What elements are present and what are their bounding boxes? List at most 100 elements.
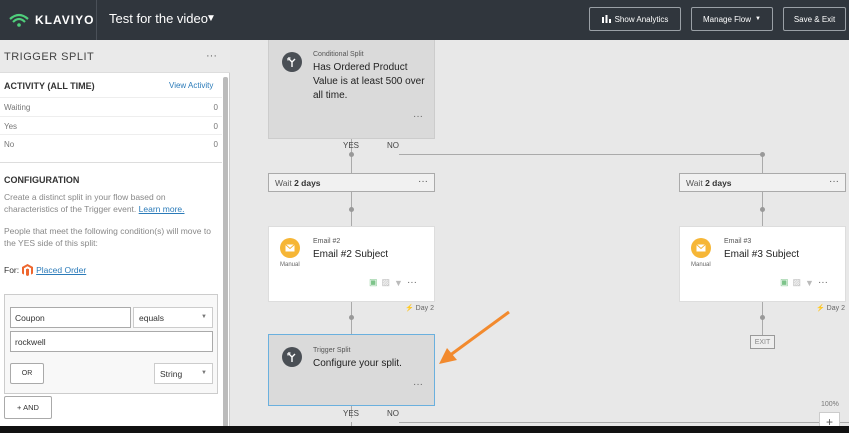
no-label: NO: [387, 141, 399, 150]
email-2-card[interactable]: Manual Email #2 Email #2 Subject ▣ ▨ ▼ ·…: [268, 226, 435, 302]
chat-icon: ▣: [369, 277, 378, 287]
manage-flow-button[interactable]: Manage Flow ▼: [691, 7, 773, 31]
logo-text: KLAVIYO: [35, 13, 95, 27]
filter-icon: ▼: [394, 277, 403, 288]
section-divider: [0, 162, 222, 163]
chevron-down-icon[interactable]: ▼: [206, 13, 216, 24]
trigger-split-icon: [282, 347, 302, 367]
show-analytics-button[interactable]: Show Analytics: [589, 7, 681, 31]
split-icon: [282, 52, 302, 72]
connector-line: [351, 154, 352, 174]
and-button[interactable]: + AND: [4, 396, 52, 419]
wait-text: Wait 2 days: [686, 178, 732, 188]
condition-field-input[interactable]: Coupon: [10, 307, 131, 328]
wait-node-right[interactable]: Wait 2 days ···: [679, 173, 846, 192]
more-options-icon[interactable]: ···: [413, 379, 423, 390]
card-description: Configure your split.: [313, 358, 402, 369]
sidebar: TRIGGER SPLIT ··· ACTIVITY (ALL TIME) Vi…: [0, 40, 230, 433]
wifi-logo-icon: [9, 13, 29, 27]
bottom-strip: [0, 426, 849, 433]
card-type: Trigger Split: [313, 347, 351, 354]
placed-order-link[interactable]: Placed Order: [36, 265, 86, 275]
email-3-card[interactable]: Manual Email #3 Email #3 Subject ▣ ▨ ▼ ·…: [679, 226, 846, 302]
top-bar: KLAVIYO Test for the video ▼ Show Analyt…: [0, 0, 849, 40]
view-activity-link[interactable]: View Activity: [169, 81, 213, 90]
email-subject: Email #2 Subject: [313, 249, 389, 260]
sidebar-title: TRIGGER SPLIT: [4, 51, 95, 63]
magento-icon: [22, 264, 34, 276]
flow-canvas[interactable]: Conditional Split Has Ordered Product Va…: [231, 40, 849, 433]
dropdown-arrow-icon: ▼: [201, 370, 207, 376]
more-options-icon[interactable]: ···: [206, 50, 217, 62]
type-select[interactable]: String ▼: [154, 363, 213, 384]
manage-flow-label: Manage Flow: [703, 14, 752, 24]
activity-value: 0: [213, 140, 218, 149]
split-rule-text: People that meet the following condition…: [4, 226, 211, 248]
operator-value: equals: [139, 313, 165, 323]
topbar-divider: [96, 0, 97, 40]
condition-group: Coupon equals ▼ rockwell OR String ▼: [4, 294, 218, 394]
dropdown-arrow-icon: ▼: [201, 314, 207, 320]
configuration-title: CONFIGURATION: [4, 175, 80, 185]
activity-value: 0: [213, 122, 218, 131]
configuration-description: Create a distinct split in your flow bas…: [4, 191, 219, 215]
activity-label: Yes: [4, 122, 18, 131]
wait-text: Wait 2 days: [275, 178, 321, 188]
activity-row-waiting: Waiting 0: [0, 97, 222, 115]
yes-label: YES: [343, 141, 360, 150]
connector-dot: [349, 207, 354, 212]
image-icon: ▨: [381, 277, 391, 287]
trigger-split-card[interactable]: Trigger Split Configure your split. ···: [268, 334, 435, 406]
conditional-split-card[interactable]: Conditional Split Has Ordered Product Va…: [268, 40, 435, 139]
save-exit-label: Save & Exit: [793, 14, 836, 24]
or-button[interactable]: OR: [10, 363, 44, 384]
connector-line: [399, 154, 763, 155]
connector-line: [762, 154, 763, 174]
trigger-metric: For: Placed Order: [4, 264, 86, 276]
no-label: NO: [387, 409, 399, 418]
card-type: Email #3: [724, 238, 752, 245]
email-status-icons: ▣ ▨ ▼ ···: [780, 277, 828, 288]
connector-dot: [760, 315, 765, 320]
email-icon: [280, 238, 300, 258]
for-label: For:: [4, 265, 20, 275]
wait-node-left[interactable]: Wait 2 days ···: [268, 173, 435, 192]
yes-label: YES: [343, 409, 360, 418]
activity-label: No: [4, 140, 15, 149]
day-label: ⚡ Day 2: [405, 305, 434, 312]
manual-label: Manual: [280, 262, 300, 268]
filter-icon: ▼: [805, 277, 814, 288]
card-description: Has Ordered Product Value is at least 50…: [313, 62, 425, 101]
more-options-icon[interactable]: ···: [413, 111, 423, 122]
save-exit-button[interactable]: Save & Exit: [783, 7, 846, 31]
connector-dot: [760, 152, 765, 157]
exit-node[interactable]: EXIT: [750, 335, 775, 349]
operator-select[interactable]: equals ▼: [133, 307, 213, 328]
activity-row-no: No 0: [0, 134, 222, 152]
manual-label: Manual: [691, 262, 711, 268]
chat-icon: ▣: [780, 277, 789, 287]
bar-chart-icon: [601, 15, 611, 23]
email-subject: Email #3 Subject: [724, 249, 800, 260]
image-icon: ▨: [792, 277, 802, 287]
connector-dot: [349, 152, 354, 157]
email-icon: [691, 238, 711, 258]
sidebar-header: TRIGGER SPLIT ···: [0, 40, 230, 73]
condition-value-input[interactable]: rockwell: [10, 331, 213, 352]
more-options-icon[interactable]: ···: [818, 277, 828, 288]
activity-label: Waiting: [4, 103, 31, 112]
klaviyo-logo[interactable]: KLAVIYO: [8, 11, 94, 29]
more-options-icon[interactable]: ···: [829, 176, 839, 187]
email-status-icons: ▣ ▨ ▼ ···: [369, 277, 417, 288]
zoom-level: 100%: [821, 401, 839, 408]
more-options-icon[interactable]: ···: [418, 176, 428, 187]
sidebar-scrollbar[interactable]: [223, 77, 228, 427]
flow-title[interactable]: Test for the video: [109, 11, 208, 26]
learn-more-link[interactable]: Learn more.: [139, 204, 185, 214]
more-options-icon[interactable]: ···: [407, 277, 417, 288]
connector-dot: [349, 315, 354, 320]
connector-line: [399, 422, 849, 423]
orange-arrow-icon: [439, 310, 510, 364]
activity-title: ACTIVITY (ALL TIME): [4, 81, 95, 91]
caret-down-icon: ▼: [755, 16, 761, 22]
